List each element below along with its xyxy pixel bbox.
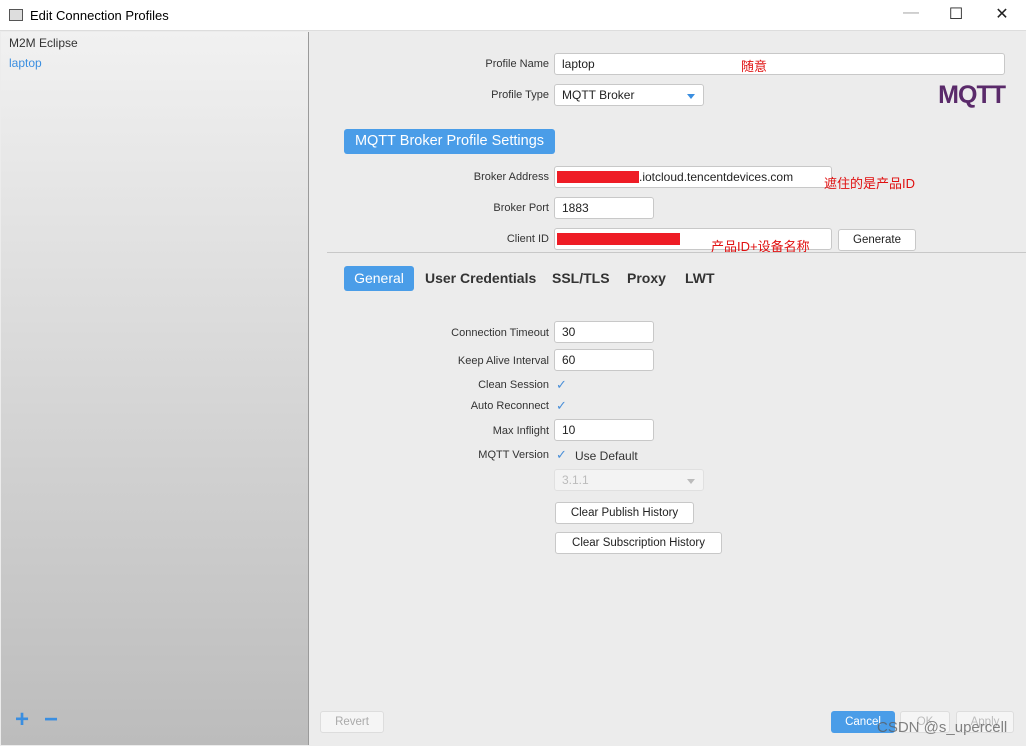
broker-port-input[interactable]: 1883 bbox=[554, 197, 654, 219]
profile-list: M2M Eclipse laptop + − bbox=[1, 32, 309, 745]
mqtt-version-label: MQTT Version bbox=[478, 449, 549, 461]
divider bbox=[327, 252, 1026, 253]
profile-type-value: MQTT Broker bbox=[562, 88, 635, 102]
client-id-label: Client ID bbox=[506, 233, 549, 245]
keep-alive-input[interactable]: 60 bbox=[554, 349, 654, 371]
annotation: 随意 bbox=[741, 59, 768, 74]
profile-name-input[interactable]: laptop bbox=[554, 53, 1005, 75]
section-header: MQTT Broker Profile Settings bbox=[344, 129, 555, 154]
tab-lwt[interactable]: LWT bbox=[685, 270, 715, 286]
use-default-checkbox[interactable]: ✓ bbox=[556, 447, 567, 463]
maximize-button[interactable]: ☐ bbox=[941, 4, 971, 26]
window-title: Edit Connection Profiles bbox=[30, 8, 169, 23]
mqtt-version-select[interactable]: 3.1.1 bbox=[554, 469, 704, 491]
use-default-label: Use Default bbox=[575, 449, 638, 463]
tab-proxy[interactable]: Proxy bbox=[627, 270, 666, 286]
chevron-down-icon bbox=[687, 94, 695, 99]
app-icon bbox=[9, 9, 23, 21]
profile-name-label: Profile Name bbox=[485, 58, 549, 70]
redaction bbox=[557, 233, 680, 245]
broker-address-label: Broker Address bbox=[473, 171, 549, 183]
broker-port-label: Broker Port bbox=[493, 202, 549, 214]
max-inflight-label: Max Inflight bbox=[492, 425, 549, 437]
clean-session-checkbox[interactable]: ✓ bbox=[556, 377, 567, 393]
broker-address-value: .iotcloud.tencentdevices.com bbox=[639, 170, 794, 184]
remove-profile-button[interactable]: − bbox=[44, 706, 58, 734]
tab-ssl-tls[interactable]: SSL/TLS bbox=[552, 270, 610, 286]
connection-timeout-label: Connection Timeout bbox=[451, 327, 549, 339]
profile-type-label: Profile Type bbox=[491, 89, 549, 101]
max-inflight-input[interactable]: 10 bbox=[554, 419, 654, 441]
auto-reconnect-label: Auto Reconnect bbox=[470, 400, 549, 412]
revert-button[interactable]: Revert bbox=[320, 711, 384, 733]
add-profile-button[interactable]: + bbox=[15, 706, 29, 734]
redaction bbox=[557, 171, 639, 183]
keep-alive-label: Keep Alive Interval bbox=[457, 355, 549, 367]
title-bar: Edit Connection Profiles — ☐ ✕ bbox=[0, 0, 1026, 31]
annotation: 遮住的是产品ID bbox=[824, 176, 916, 191]
close-button[interactable]: ✕ bbox=[987, 4, 1017, 26]
tab-user-credentials[interactable]: User Credentials bbox=[425, 270, 536, 286]
auto-reconnect-checkbox[interactable]: ✓ bbox=[556, 398, 567, 414]
minimize-button[interactable]: — bbox=[896, 4, 926, 26]
clear-subscription-history-button[interactable]: Clear Subscription History bbox=[555, 532, 722, 554]
tab-general[interactable]: General bbox=[344, 266, 414, 291]
profile-item-laptop[interactable]: laptop bbox=[9, 56, 42, 70]
profile-item-m2m-eclipse[interactable]: M2M Eclipse bbox=[9, 36, 78, 50]
watermark: CSDN @s_upercell bbox=[877, 719, 1008, 736]
clean-session-label: Clean Session bbox=[478, 379, 549, 391]
connection-timeout-input[interactable]: 30 bbox=[554, 321, 654, 343]
mqtt-version-value: 3.1.1 bbox=[562, 473, 589, 487]
profile-type-select[interactable]: MQTT Broker bbox=[554, 84, 704, 106]
clear-publish-history-button[interactable]: Clear Publish History bbox=[555, 502, 694, 524]
chevron-down-icon bbox=[687, 479, 695, 484]
generate-button[interactable]: Generate bbox=[838, 229, 916, 251]
mqtt-logo: MQTT bbox=[938, 81, 1006, 109]
